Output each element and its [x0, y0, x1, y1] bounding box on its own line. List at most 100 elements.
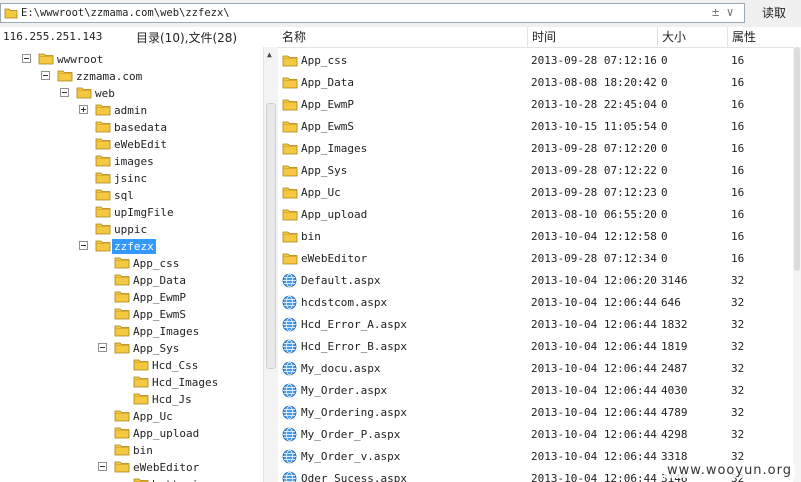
tree-scrollbar-thumb[interactable] — [266, 103, 276, 369]
tree-item-label[interactable]: App_Data — [131, 273, 188, 288]
tree-item[interactable]: bin — [0, 442, 263, 459]
file-row[interactable]: App_EwmP 2013-10-28 22:45:04 0 16 — [278, 94, 793, 116]
tree-item-label[interactable]: web — [93, 86, 117, 101]
tree-item-label[interactable]: uppic — [112, 222, 149, 237]
tree-item[interactable]: App_Data — [0, 272, 263, 289]
tree-item[interactable]: eWebEditor — [0, 459, 263, 476]
tree-item[interactable]: admin — [0, 102, 263, 119]
file-row[interactable]: App_css 2013-09-28 07:12:16 0 16 — [278, 50, 793, 72]
tree-item-label[interactable]: Hcd_Css — [150, 358, 200, 373]
tree-item-label[interactable]: App_css — [131, 256, 181, 271]
tree-item-label[interactable]: eWebEdit — [112, 137, 169, 152]
file-row[interactable]: App_Uc 2013-09-28 07:12:23 0 16 — [278, 182, 793, 204]
file-size: 0 — [661, 120, 668, 133]
directory-tree: wwwroot zzmama.com web admin basedata eWebEdi… — [0, 47, 263, 482]
tree-item-label[interactable]: wwwroot — [55, 52, 105, 67]
tree-item[interactable]: App_EwmP — [0, 289, 263, 306]
tree-item-label[interactable]: basedata — [112, 120, 169, 135]
collapse-icon[interactable] — [98, 462, 107, 471]
file-row[interactable]: My_Order_P.aspx 2013-10-04 12:06:44 4298 32 — [278, 424, 793, 446]
column-header-time[interactable]: 时间 — [528, 27, 658, 47]
file-time: 2013-10-04 12:06:44 — [531, 384, 657, 397]
tree-item[interactable]: jsinc — [0, 170, 263, 187]
tree-item-label[interactable]: buttonimage — [150, 477, 227, 482]
folder-icon — [114, 306, 130, 323]
path-input[interactable]: E:\wwwroot\zzmama.com\web\zzfezx\ ± ∨ — [0, 3, 745, 23]
tree-item-label[interactable]: jsinc — [112, 171, 149, 186]
tree-item-label[interactable]: sql — [112, 188, 136, 203]
tree-item[interactable]: Hcd_Js — [0, 391, 263, 408]
file-row[interactable]: App_Sys 2013-09-28 07:12:22 0 16 — [278, 160, 793, 182]
file-row[interactable]: hcdstcom.aspx 2013-10-04 12:06:44 646 32 — [278, 292, 793, 314]
column-header-name[interactable]: 名称 — [278, 27, 528, 47]
collapse-icon[interactable] — [79, 241, 88, 250]
tree-item-label[interactable]: bin — [131, 443, 155, 458]
tree-item[interactable]: sql — [0, 187, 263, 204]
folder-icon — [95, 153, 111, 170]
tree-item-label[interactable]: App_EwmS — [131, 307, 188, 322]
path-dropdown-controls[interactable]: ± ∨ — [712, 5, 734, 19]
tree-item[interactable]: App_upload — [0, 425, 263, 442]
tree-item[interactable]: App_Uc — [0, 408, 263, 425]
tree-item[interactable]: buttonimage — [0, 476, 263, 482]
tree-item[interactable]: Hcd_Css — [0, 357, 263, 374]
tree-item[interactable]: web — [0, 85, 263, 102]
tree-item-label[interactable]: upImgFile — [112, 205, 176, 220]
tree-item-label[interactable]: admin — [112, 103, 149, 118]
tree-item-label[interactable]: images — [112, 154, 156, 169]
file-list-scrollbar[interactable] — [793, 47, 801, 482]
expand-icon[interactable] — [79, 105, 88, 114]
tree-item[interactable]: zzfezx — [0, 238, 263, 255]
file-row[interactable]: App_Data 2013-08-08 18:20:42 0 16 — [278, 72, 793, 94]
file-row[interactable]: Hcd_Error_B.aspx 2013-10-04 12:06:44 1819 3… — [278, 336, 793, 358]
tree-scrollbar[interactable]: ▲ — [263, 47, 278, 482]
tree-item[interactable]: eWebEdit — [0, 136, 263, 153]
tree-item[interactable]: zzmama.com — [0, 68, 263, 85]
file-time: 2013-10-04 12:06:44 — [531, 318, 657, 331]
column-header-attr[interactable]: 属性 — [728, 27, 801, 47]
tree-item[interactable]: uppic — [0, 221, 263, 238]
tree-item-label[interactable]: App_Images — [131, 324, 201, 339]
collapse-icon[interactable] — [41, 71, 50, 80]
tree-item-label[interactable]: App_EwmP — [131, 290, 188, 305]
tree-item-label[interactable]: Hcd_Js — [150, 392, 194, 407]
tree-item-label[interactable]: App_Sys — [131, 341, 181, 356]
file-row[interactable]: App_upload 2013-08-10 06:55:20 0 16 — [278, 204, 793, 226]
column-header-size[interactable]: 大小 — [658, 27, 728, 47]
tree-item[interactable]: wwwroot — [0, 51, 263, 68]
read-button[interactable]: 读取 — [750, 3, 798, 23]
tree-item[interactable]: images — [0, 153, 263, 170]
tree-item-label[interactable]: App_upload — [131, 426, 201, 441]
tree-item[interactable]: App_Images — [0, 323, 263, 340]
file-list-scrollbar-thumb[interactable] — [794, 47, 800, 271]
file-row[interactable]: My_Order.aspx 2013-10-04 12:06:44 4030 32 — [278, 380, 793, 402]
file-row[interactable]: My_docu.aspx 2013-10-04 12:06:44 2487 32 — [278, 358, 793, 380]
file-attr: 32 — [731, 318, 745, 331]
tree-item[interactable]: Hcd_Images — [0, 374, 263, 391]
file-row[interactable]: eWebEditor 2013-09-28 07:12:34 0 16 — [278, 248, 793, 270]
file-row[interactable]: App_EwmS 2013-10-15 11:05:54 0 16 — [278, 116, 793, 138]
tree-item[interactable]: App_EwmS — [0, 306, 263, 323]
path-bar: E:\wwwroot\zzmama.com\web\zzfezx\ ± ∨ 读取 — [0, 0, 801, 28]
tree-item-label[interactable]: App_Uc — [131, 409, 175, 424]
file-row[interactable]: My_Ordering.aspx 2013-10-04 12:06:44 4789 3… — [278, 402, 793, 424]
file-row[interactable]: App_Images 2013-09-28 07:12:20 0 16 — [278, 138, 793, 160]
file-row[interactable]: bin 2013-10-04 12:12:58 0 16 — [278, 226, 793, 248]
tree-item[interactable]: App_css — [0, 255, 263, 272]
file-size: 0 — [661, 76, 668, 89]
tree-item[interactable]: basedata — [0, 119, 263, 136]
collapse-icon[interactable] — [98, 343, 107, 352]
tree-item[interactable]: upImgFile — [0, 204, 263, 221]
file-size: 0 — [661, 186, 668, 199]
tree-item-label[interactable]: eWebEditor — [131, 460, 201, 475]
tree-item[interactable]: App_Sys — [0, 340, 263, 357]
file-row[interactable]: Hcd_Error_A.aspx 2013-10-04 12:06:44 1832 3… — [278, 314, 793, 336]
tree-item-label[interactable]: Hcd_Images — [150, 375, 220, 390]
collapse-icon[interactable] — [60, 88, 69, 97]
tree-item-label[interactable]: zzfezx — [112, 239, 156, 254]
scroll-up-arrow-icon[interactable]: ▲ — [267, 50, 272, 59]
tree-item-label[interactable]: zzmama.com — [74, 69, 144, 84]
folder-icon — [4, 7, 18, 22]
collapse-icon[interactable] — [22, 54, 31, 63]
file-row[interactable]: Default.aspx 2013-10-04 12:06:20 3146 32 — [278, 270, 793, 292]
